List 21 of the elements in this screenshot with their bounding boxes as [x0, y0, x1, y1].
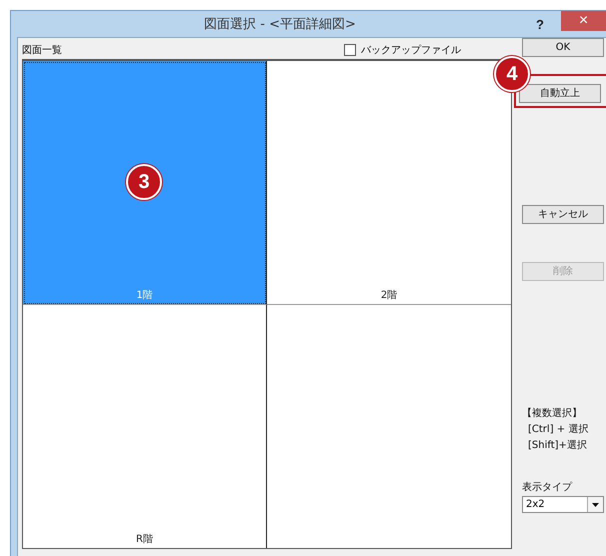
help-button[interactable]: ? — [529, 16, 551, 32]
dialog-button[interactable]: キャンセル — [522, 204, 604, 224]
tile-label: R階 — [136, 532, 153, 546]
hint-text: [Shift]+選択 — [527, 438, 588, 452]
display-type-dropdown[interactable]: 2x2 — [522, 496, 604, 512]
display-type-label: 表示タイプ — [522, 480, 574, 494]
dialog-button[interactable]: 自動立上 — [519, 84, 601, 102]
callout-marker: 3 — [126, 164, 162, 200]
checkbox-label: バックアップファイル — [361, 44, 461, 56]
backup-checkbox[interactable] — [344, 44, 356, 56]
hint-text: 【複数選択】 — [522, 406, 583, 420]
dialog-button[interactable]: OK — [522, 38, 604, 57]
tile-label: 1階 — [136, 288, 153, 302]
drawing-tile[interactable]: R階 — [23, 304, 267, 548]
hint-text: [Ctrl] + 選択 — [527, 422, 590, 436]
callout-marker: 4 — [494, 56, 530, 92]
tile-label: 2階 — [380, 288, 398, 302]
close-button[interactable]: × — [561, 11, 606, 31]
list-label: 図面一覧 — [22, 44, 63, 56]
window-title: 図面選択 - <平面詳細図> — [203, 16, 357, 33]
drawing-tile[interactable]: 1階 3 — [23, 61, 267, 304]
